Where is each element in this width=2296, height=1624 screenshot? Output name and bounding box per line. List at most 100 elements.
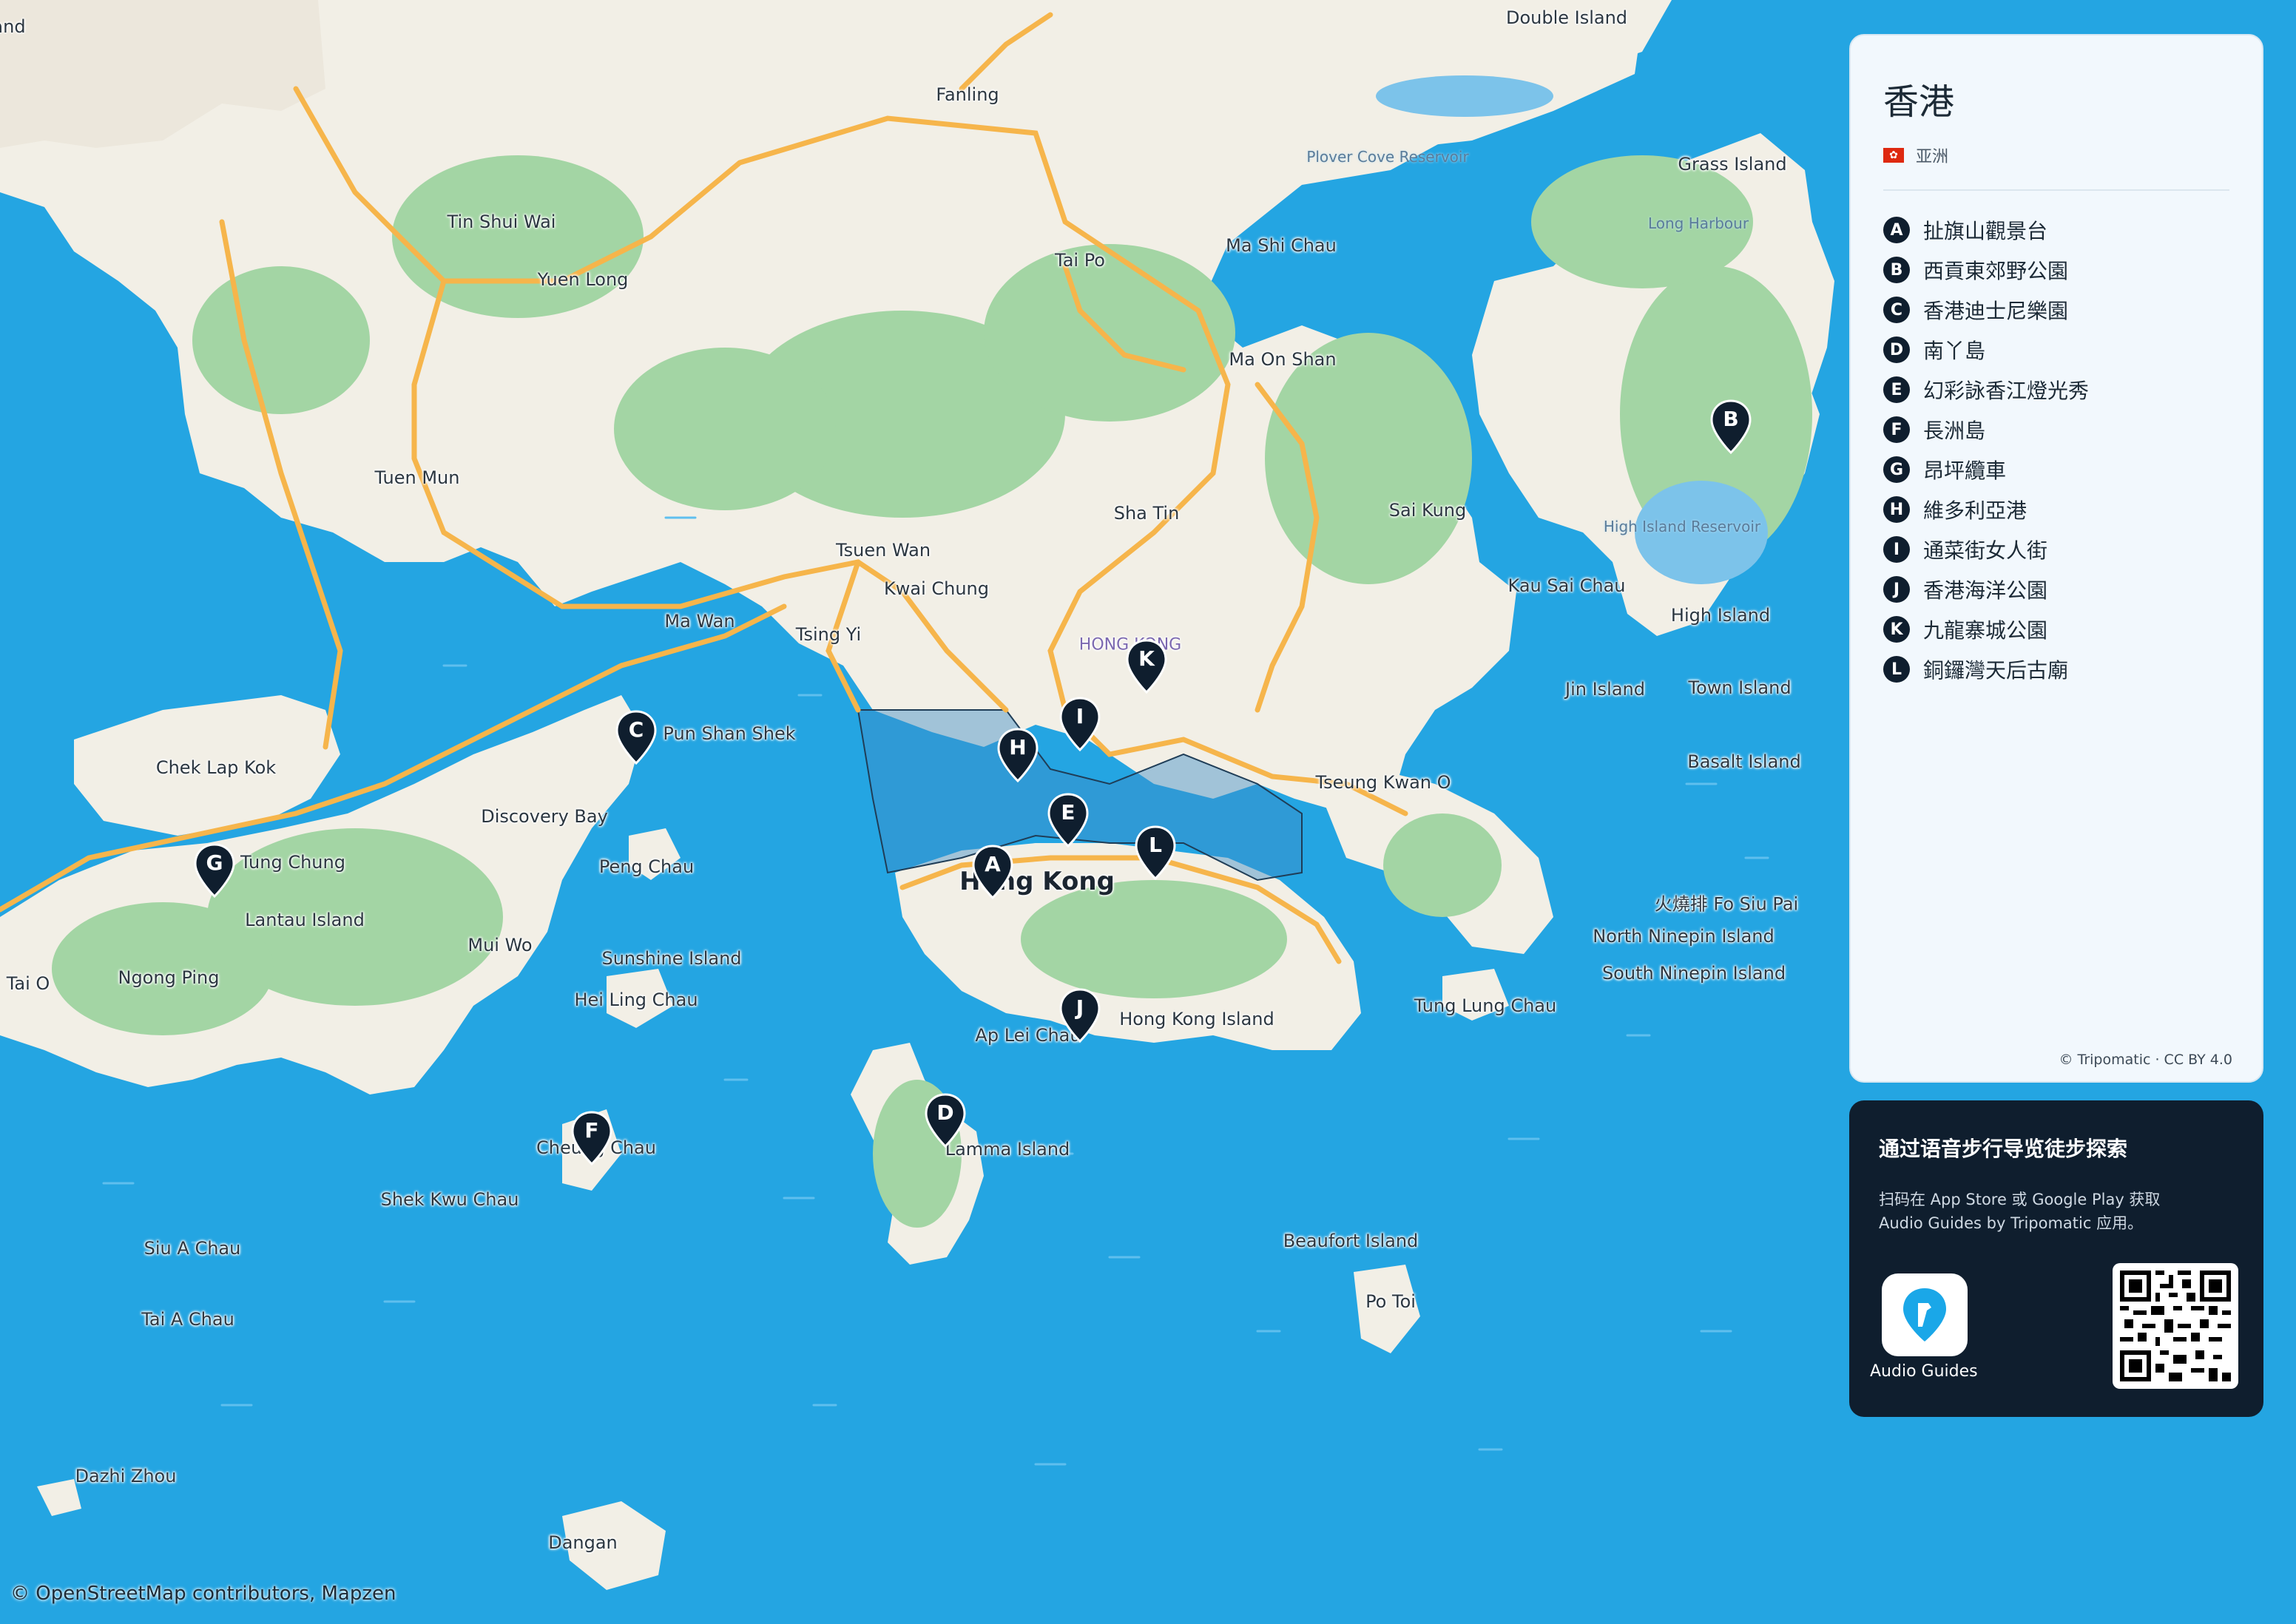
map-label-ngong-ping: Ngong Ping [118, 967, 220, 988]
legend-item[interactable]: G 昂坪纜車 [1883, 450, 2229, 490]
map-label-dangan: Dangan [548, 1532, 618, 1553]
map-label-po-toi: Po Toi [1365, 1291, 1416, 1312]
map-label-high-island: High Island [1670, 605, 1771, 626]
legend-place-name: 扯旗山觀景台 [1923, 219, 2048, 243]
map-marker-b[interactable]: B [1709, 399, 1752, 456]
map-label-tai-o: Tai O [6, 973, 50, 994]
map-marker-c[interactable]: C [615, 710, 658, 766]
legend-item[interactable]: A 扯旗山觀景台 [1883, 210, 2229, 250]
map-marker-letter: C [628, 717, 644, 742]
legend-letter-badge: H [1883, 496, 1910, 523]
map-label-tuen-mun: Tuen Mun [374, 467, 460, 488]
legend-item[interactable]: H 維多利亞港 [1883, 490, 2229, 530]
legend-letter-badge: B [1883, 257, 1910, 283]
map-marker-letter: H [1009, 735, 1027, 759]
map-label-plover-cove-reservoir: Plover Cove Reservoir [1306, 148, 1469, 166]
map-marker-letter: F [584, 1118, 599, 1143]
legend-item[interactable]: L 銅鑼灣天后古廟 [1883, 649, 2229, 689]
legend-place-name: 幻彩詠香江燈光秀 [1923, 379, 2090, 403]
map-label-hei-ling-chau: Hei Ling Chau [574, 989, 698, 1010]
map-label-tin-shui-wai: Tin Shui Wai [447, 212, 556, 232]
destination-region: ✿ 亚洲 [1883, 143, 2229, 167]
map-marker-k[interactable]: K [1125, 639, 1168, 695]
qr-code-icon[interactable] [2113, 1263, 2238, 1389]
legend-item[interactable]: F 長洲島 [1883, 410, 2229, 450]
legend-item[interactable]: C 香港迪士尼樂園 [1883, 290, 2229, 330]
map-label-lantau-island: Lantau Island [245, 910, 365, 930]
map-marker-g[interactable]: G [193, 843, 236, 899]
legend-item[interactable]: D 南丫島 [1883, 330, 2229, 370]
map-label-long-harbour: Long Harbour [1647, 214, 1749, 232]
tripomatic-credit[interactable]: © Tripomatic · CC BY 4.0 [2059, 1052, 2232, 1068]
card-divider [1883, 189, 2229, 191]
map-label-shek-kwu-chau: Shek Kwu Chau [380, 1189, 519, 1210]
legend-item[interactable]: I 通菜街女人街 [1883, 530, 2229, 569]
legend-item[interactable]: E 幻彩詠香江燈光秀 [1883, 370, 2229, 410]
map-label-basalt-island: Basalt Island [1687, 751, 1801, 772]
legend-item[interactable]: K 九龍寨城公園 [1883, 609, 2229, 649]
map-attribution[interactable]: © OpenStreetMap contributors, Mapzen [10, 1583, 396, 1605]
map-label-sai-kung: Sai Kung [1388, 500, 1467, 521]
map-marker-h[interactable]: H [996, 728, 1039, 784]
legend-letter-badge: D [1883, 336, 1910, 363]
legend-item[interactable]: B 西貢東郊野公園 [1883, 250, 2229, 290]
map-marker-d[interactable]: D [924, 1093, 967, 1149]
map-marker-letter: J [1076, 995, 1084, 1020]
map-label-hong-kong-island: Hong Kong Island [1119, 1009, 1274, 1029]
map-label-kau-sai-chau: Kau Sai Chau [1507, 575, 1626, 596]
map-label-tsuen-wan: Tsuen Wan [835, 540, 931, 561]
map-label-mui-wo: Mui Wo [467, 935, 533, 955]
map-label-fanling: Fanling [936, 84, 999, 105]
plover-cove-reservoir [1376, 75, 1553, 117]
region-label: 亚洲 [1916, 148, 1949, 166]
map-marker-i[interactable]: I [1058, 697, 1101, 753]
map-label-double-island: Double Island [1505, 7, 1628, 28]
map-label-tung-chung: Tung Chung [240, 852, 345, 873]
map-marker-letter: L [1149, 833, 1162, 857]
legend-letter-badge: J [1883, 576, 1910, 603]
map-label-north-ninepin-island: North Ninepin Island [1593, 926, 1775, 947]
map-marker-l[interactable]: L [1134, 825, 1177, 882]
app-name: Audio Guides [1870, 1362, 1978, 1381]
map-marker-f[interactable]: F [570, 1111, 613, 1167]
map-label-ma-on-shan: Ma On Shan [1229, 349, 1337, 370]
audio-guides-promo: 通过语音步行导览徒步探索 扫码在 App Store 或 Google Play… [1849, 1100, 2263, 1417]
map-label-dazhi-zhou: Dazhi Zhou [75, 1466, 177, 1486]
map-label-beaufort-island: Beaufort Island [1283, 1231, 1419, 1251]
legend-place-name: 昂坪纜車 [1923, 459, 2007, 483]
legend-letter-badge: L [1883, 656, 1910, 683]
legend-letter-badge: E [1883, 376, 1910, 403]
map-marker-letter: D [936, 1100, 954, 1125]
map-label-ma-wan: Ma Wan [664, 611, 735, 632]
map-marker-j[interactable]: J [1058, 988, 1101, 1044]
places-legend: A 扯旗山觀景台 B 西貢東郊野公園 C 香港迪士尼樂園 D 南丫島 E 幻彩詠香江燈光秀… [1883, 210, 2229, 689]
legend-letter-badge: C [1883, 297, 1910, 323]
map-marker-letter: I [1076, 704, 1084, 728]
legend-place-name: 維多利亞港 [1923, 498, 2027, 523]
promo-title: 通过语音步行导览徒步探索 [1879, 1137, 2128, 1161]
legend-item[interactable]: J 香港海洋公園 [1883, 569, 2229, 609]
map-marker-letter: K [1138, 646, 1155, 671]
legend-place-name: 銅鑼灣天后古廟 [1923, 658, 2069, 683]
legend-place-name: 西貢東郊野公園 [1923, 259, 2069, 283]
legend-letter-badge: F [1883, 416, 1910, 443]
map-label-chek-lap-kok: Chek Lap Kok [155, 757, 277, 778]
map-label-ma-shi-chau: Ma Shi Chau [1226, 235, 1337, 256]
map-label-tung-lung-chau: Tung Lung Chau [1414, 995, 1557, 1016]
map-marker-e[interactable]: E [1047, 793, 1090, 849]
map-label-jin-island: Jin Island [1565, 679, 1645, 700]
map-marker-a[interactable]: A [971, 845, 1014, 901]
legend-letter-badge: K [1883, 616, 1910, 643]
legend-place-name: 香港迪士尼樂園 [1923, 299, 2069, 323]
map-marker-letter: A [985, 852, 1001, 876]
audio-guides-pin-icon[interactable] [1882, 1273, 1968, 1356]
map-label-town-island: Town Island [1688, 677, 1792, 698]
map-label-discovery-bay: Discovery Bay [481, 806, 608, 827]
legend-place-name: 香港海洋公園 [1923, 578, 2048, 603]
legend-letter-badge: I [1883, 536, 1910, 563]
hong-kong-flag-icon: ✿ [1883, 148, 1904, 163]
map-label-tsing-yi: Tsing Yi [795, 624, 862, 645]
map-marker-letter: G [206, 850, 223, 875]
destination-title: 香港 [1883, 81, 1955, 123]
map-label-sunshine-island: Sunshine Island [601, 948, 742, 969]
